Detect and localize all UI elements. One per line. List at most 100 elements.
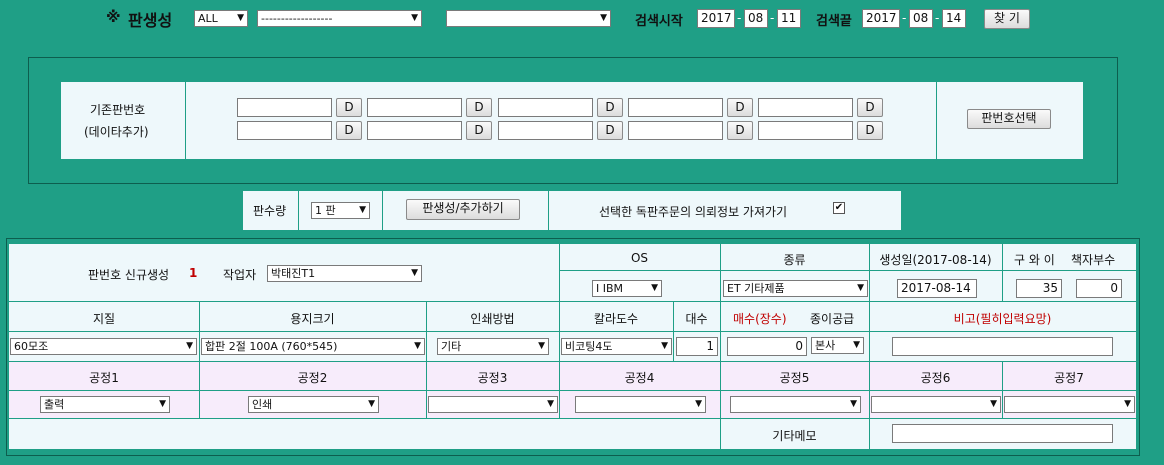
date-separator: - — [770, 11, 775, 25]
process-3-select[interactable]: ▼ — [428, 396, 558, 413]
fetch-info-checkbox[interactable]: ✔ — [833, 202, 845, 214]
plate-d-button[interactable]: D — [857, 121, 883, 140]
copies-header: 책자부수 — [1071, 253, 1116, 267]
print-method-value: 기타 — [441, 340, 462, 353]
search-start-label: 검색시작 — [635, 14, 683, 29]
plate-d-button[interactable]: D — [597, 98, 623, 117]
process-2-value: 인쇄 — [252, 398, 273, 411]
process-4-header: 공정4 — [624, 371, 655, 385]
filter-all-value: ALL — [198, 12, 218, 25]
process-4-select[interactable]: ▼ — [575, 396, 706, 413]
process-6-header: 공정6 — [920, 371, 951, 385]
plate-d-button[interactable]: D — [466, 121, 492, 140]
date-separator: - — [737, 11, 742, 25]
plate-select-button[interactable]: 판번호선택 — [967, 109, 1051, 129]
process-1-value: 출력 — [44, 398, 65, 411]
end-day-input[interactable]: 14 — [942, 9, 966, 28]
chevron-down-icon: ▼ — [651, 283, 658, 293]
plate-number-input[interactable] — [498, 121, 593, 140]
fold-input[interactable]: 35 — [1016, 279, 1062, 298]
new-plate-label: 판번호 신규생성 — [88, 268, 170, 282]
worker-label: 작업자 — [223, 268, 257, 282]
create-plate-button[interactable]: 판생성/추가하기 — [406, 199, 520, 220]
search-end-label: 검색끝 — [816, 14, 852, 29]
find-button[interactable]: 찾 기 — [984, 9, 1030, 29]
process-6-select[interactable]: ▼ — [871, 396, 1001, 413]
plate-d-button[interactable]: D — [336, 98, 362, 117]
copies-input[interactable]: 0 — [1076, 279, 1122, 298]
type-header: 종류 — [783, 253, 806, 267]
created-date-input[interactable]: 2017-08-14 — [897, 279, 977, 298]
filter-category-select[interactable]: ------------------ ▼ — [257, 10, 422, 27]
created-date-header: 생성일(2017-08-14) — [879, 253, 992, 267]
plate-number-input[interactable] — [237, 121, 332, 140]
plate-d-button[interactable]: D — [727, 121, 753, 140]
process-7-select[interactable]: ▼ — [1004, 396, 1135, 413]
filter-category-value: ------------------ — [261, 12, 333, 25]
fetch-info-label: 선택한 독판주문의 의뢰정보 가져가기 — [599, 205, 788, 219]
plate-number-input[interactable] — [498, 98, 593, 117]
size-select[interactable]: 합판 2절 100A (760*545) ▼ — [201, 338, 425, 355]
chevron-down-icon: ▼ — [159, 399, 166, 409]
plate-number-input[interactable] — [367, 98, 462, 117]
paper-supply-header: 종이공급 — [810, 312, 855, 326]
paper-supply-value: 본사 — [815, 339, 836, 352]
plate-d-button[interactable]: D — [336, 121, 362, 140]
plate-d-button[interactable]: D — [597, 121, 623, 140]
memo-label: 기타메모 — [772, 429, 817, 443]
process-7-header: 공정7 — [1054, 371, 1084, 385]
chevron-down-icon: ▼ — [850, 399, 857, 409]
sheets-header: 매수(장수) — [733, 312, 787, 326]
process-2-select[interactable]: 인쇄 ▼ — [248, 396, 379, 413]
plate-d-button[interactable]: D — [727, 98, 753, 117]
chevron-down-icon: ▼ — [237, 13, 244, 23]
plate-number-input[interactable] — [758, 121, 853, 140]
chevron-down-icon: ▼ — [411, 13, 418, 23]
end-year-input[interactable]: 2017 — [862, 9, 900, 28]
os-select[interactable]: I IBM ▼ — [592, 280, 662, 297]
paper-select[interactable]: 60모조 ▼ — [10, 338, 197, 355]
start-year-input[interactable]: 2017 — [697, 9, 735, 28]
plate-number-input[interactable] — [628, 98, 723, 117]
plate-number-input[interactable] — [758, 98, 853, 117]
chevron-down-icon: ▼ — [1124, 399, 1131, 409]
units-input[interactable]: 1 — [676, 337, 718, 356]
note-input[interactable] — [892, 337, 1113, 356]
print-method-select[interactable]: 기타 ▼ — [437, 338, 549, 355]
process-5-header: 공정5 — [779, 371, 810, 385]
chevron-down-icon: ▼ — [695, 399, 702, 409]
plate-number-input[interactable] — [628, 121, 723, 140]
chevron-down-icon: ▼ — [186, 341, 193, 351]
filter-sub-select[interactable]: ▼ — [446, 10, 611, 27]
end-month-input[interactable]: 08 — [909, 9, 933, 28]
process-3-header: 공정3 — [477, 371, 508, 385]
count-label: 판수량 — [253, 204, 287, 218]
count-value: 1 판 — [315, 204, 336, 217]
filter-all-select[interactable]: ALL ▼ — [194, 10, 248, 27]
process-1-select[interactable]: 출력 ▼ — [40, 396, 170, 413]
start-day-input[interactable]: 11 — [777, 9, 801, 28]
plate-number-input[interactable] — [367, 121, 462, 140]
print-method-header: 인쇄방법 — [470, 312, 515, 326]
type-select[interactable]: ET 기타제품 ▼ — [723, 280, 868, 297]
worker-select[interactable]: 박태진T1 ▼ — [267, 265, 422, 282]
worker-value: 박태진T1 — [271, 267, 316, 280]
date-separator: - — [902, 11, 907, 25]
start-month-input[interactable]: 08 — [744, 9, 768, 28]
os-header: OS — [630, 251, 649, 265]
chevron-down-icon: ▼ — [600, 13, 607, 23]
new-plate-count: 1 — [189, 266, 198, 280]
plate-d-button[interactable]: D — [466, 98, 492, 117]
chevron-down-icon: ▼ — [411, 268, 418, 278]
sheets-input[interactable]: 0 — [727, 337, 807, 356]
size-header: 용지크기 — [290, 312, 335, 326]
plate-d-button[interactable]: D — [857, 98, 883, 117]
paper-supply-select[interactable]: 본사 ▼ — [811, 337, 864, 354]
color-count-select[interactable]: 비코팅4도 ▼ — [561, 338, 672, 355]
memo-input[interactable] — [892, 424, 1113, 443]
plate-number-input[interactable] — [237, 98, 332, 117]
count-select[interactable]: 1 판 ▼ — [311, 202, 370, 219]
chevron-down-icon: ▼ — [368, 399, 375, 409]
process-5-select[interactable]: ▼ — [730, 396, 861, 413]
chevron-down-icon: ▼ — [857, 283, 864, 293]
